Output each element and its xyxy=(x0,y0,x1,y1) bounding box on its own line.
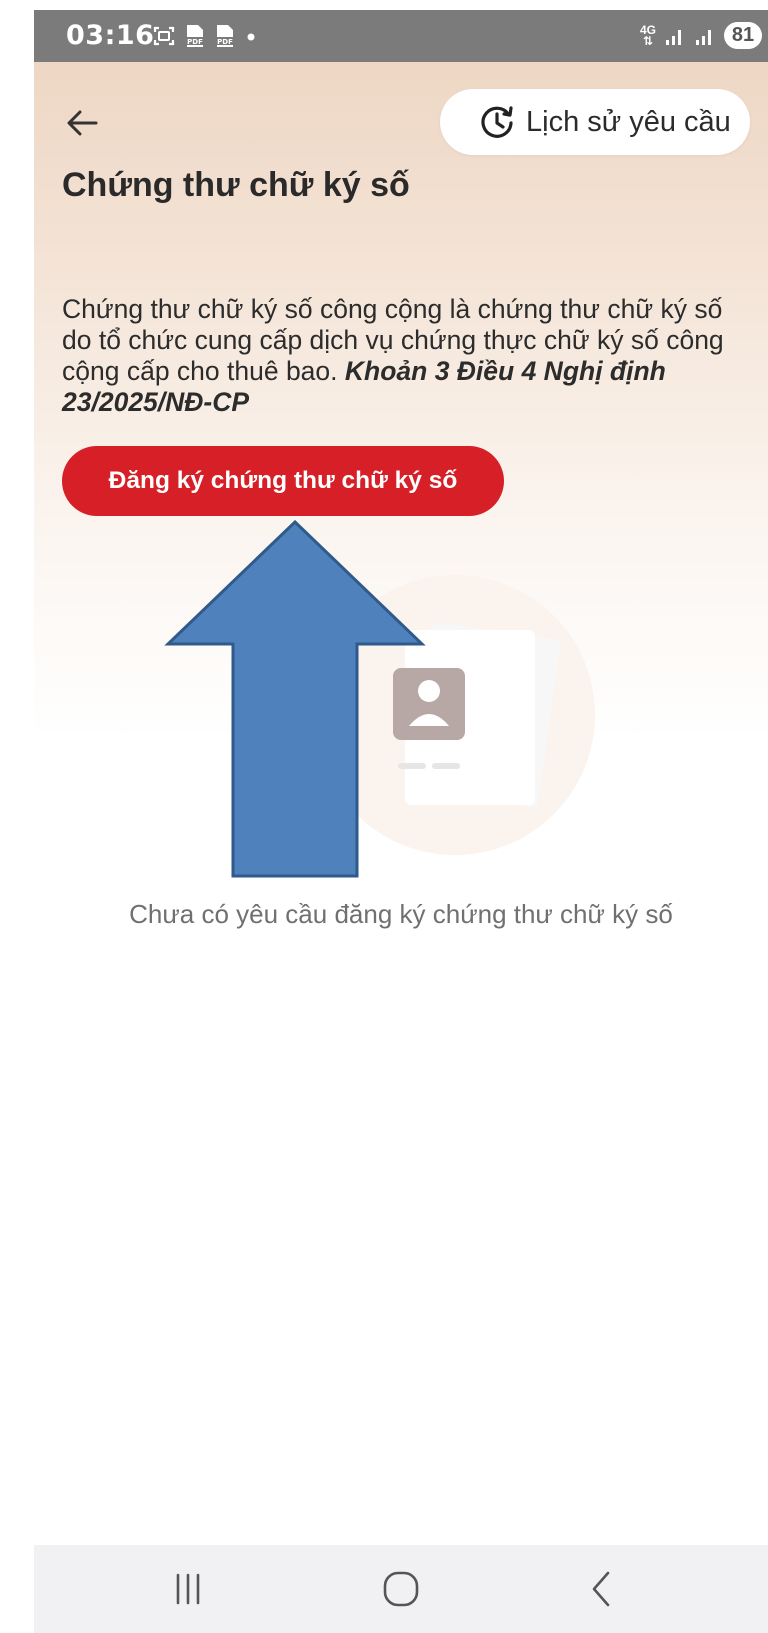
annotation-up-arrow xyxy=(164,520,426,878)
phone-screen: 03:16 PDF PDF 4G ⇅ 81 Lịch sử yêu cầu Ch… xyxy=(34,10,768,1633)
signal-icon xyxy=(696,29,711,45)
back-button[interactable] xyxy=(62,105,102,141)
status-time: 03:16 xyxy=(66,20,155,51)
svg-text:PDF: PDF xyxy=(187,38,203,46)
empty-state-text: Chưa có yêu cầu đăng ký chứng thư chữ ký… xyxy=(129,899,673,929)
recents-icon xyxy=(176,1573,200,1605)
description: Chứng thư chữ ký số công cộng là chứng t… xyxy=(62,294,742,418)
system-nav-bar xyxy=(34,1545,768,1633)
system-icons: 4G ⇅ 81 xyxy=(640,22,762,49)
request-history-button[interactable]: Lịch sử yêu cầu xyxy=(440,89,750,155)
signal-icon xyxy=(666,29,681,45)
screenshot-icon xyxy=(153,26,175,46)
data-arrows-icon: ⇅ xyxy=(642,33,654,48)
register-certificate-button[interactable]: Đăng ký chứng thư chữ ký số xyxy=(62,446,504,516)
notification-icons: PDF PDF xyxy=(152,24,258,48)
back-icon xyxy=(592,1571,610,1607)
request-history-label: Lịch sử yêu cầu xyxy=(526,105,731,138)
arrow-left-icon xyxy=(67,110,98,136)
nav-back-button[interactable] xyxy=(572,1565,632,1613)
battery-level: 81 xyxy=(724,22,762,49)
svg-text:PDF: PDF xyxy=(217,38,233,46)
history-clock-icon xyxy=(481,106,513,138)
page-title: Chứng thư chữ ký số xyxy=(62,166,410,204)
home-button[interactable] xyxy=(371,1565,431,1613)
status-bar: 03:16 PDF PDF 4G ⇅ 81 xyxy=(34,10,768,62)
recents-button[interactable] xyxy=(158,1565,218,1613)
pdf-icon: PDF xyxy=(185,25,205,47)
dot-icon xyxy=(247,33,255,41)
network-type: 4G ⇅ xyxy=(639,22,656,48)
home-icon xyxy=(383,1571,419,1607)
pdf-icon: PDF xyxy=(215,25,235,47)
